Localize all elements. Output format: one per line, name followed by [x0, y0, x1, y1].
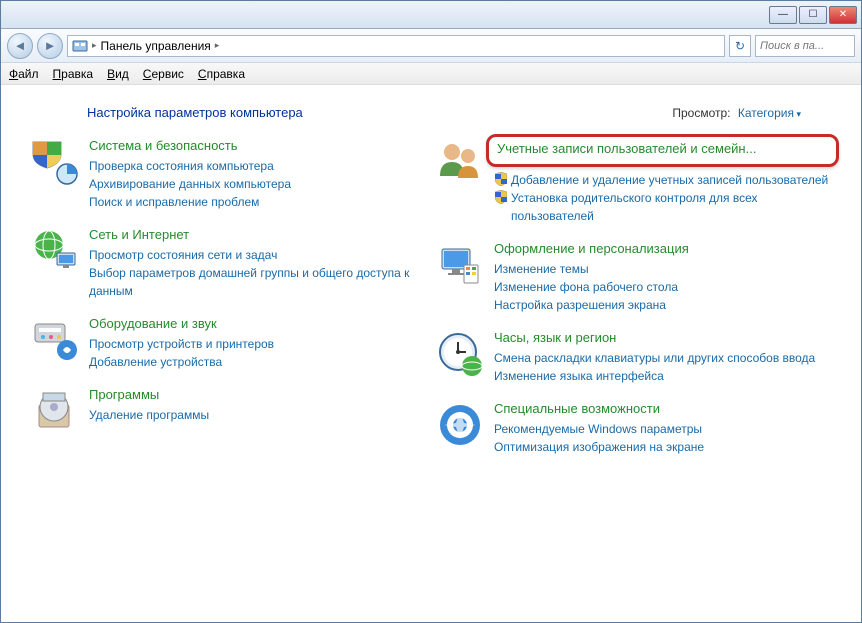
- right-column: Учетные записи пользователей и семейн...…: [436, 138, 831, 456]
- heading-row: Настройка параметров компьютера Просмотр…: [31, 105, 831, 120]
- navigation-bar: ◄ ► ▸ Панель управления ▸ ↻: [1, 29, 861, 63]
- category-link[interactable]: Архивирование данных компьютера: [89, 175, 426, 193]
- shield-icon: [494, 172, 508, 186]
- titlebar: — ☐ ✕: [1, 1, 861, 29]
- control-panel-window: — ☐ ✕ ◄ ► ▸ Панель управления ▸ ↻ Файл П…: [0, 0, 862, 623]
- view-label: Просмотр:: [672, 106, 730, 120]
- category-title[interactable]: Оборудование и звук: [89, 316, 426, 333]
- category-link[interactable]: Поиск и исправление проблем: [89, 193, 426, 211]
- minimize-button[interactable]: —: [769, 6, 797, 24]
- category-link[interactable]: Изменение темы: [494, 260, 831, 278]
- page-title: Настройка параметров компьютера: [87, 105, 303, 120]
- category-link[interactable]: Проверка состояния компьютера: [89, 157, 426, 175]
- category-link[interactable]: Настройка разрешения экрана: [494, 296, 831, 314]
- category-link[interactable]: Рекомендуемые Windows параметры: [494, 420, 831, 438]
- programs-icon: [31, 387, 79, 435]
- menu-file[interactable]: Файл: [9, 67, 39, 81]
- search-box[interactable]: [755, 35, 855, 57]
- category-grid: Система и безопасность Проверка состояни…: [31, 138, 831, 456]
- category-link[interactable]: Изменение языка интерфейса: [494, 367, 831, 385]
- category-title[interactable]: Сеть и Интернет: [89, 227, 426, 244]
- left-column: Система и безопасность Проверка состояни…: [31, 138, 426, 456]
- category-link[interactable]: Установка родительского контроля для все…: [494, 189, 831, 225]
- view-dropdown[interactable]: Категория: [738, 106, 801, 120]
- category-title[interactable]: Система и безопасность: [89, 138, 426, 155]
- category-link[interactable]: Просмотр состояния сети и задач: [89, 246, 426, 264]
- category-appearance: Оформление и персонализация Изменение те…: [436, 241, 831, 314]
- view-control: Просмотр: Категория: [672, 106, 801, 120]
- category-title[interactable]: Учетные записи пользователей и семейн...: [497, 141, 828, 158]
- breadcrumb-sep-icon: ▸: [92, 40, 97, 51]
- clock-icon: [436, 330, 484, 378]
- hardware-icon: [31, 316, 79, 364]
- control-panel-icon: [72, 38, 88, 54]
- breadcrumb-root[interactable]: Панель управления: [101, 39, 211, 53]
- menu-bar: Файл Правка Вид Сервис Справка: [1, 63, 861, 85]
- breadcrumb-sep-icon[interactable]: ▸: [215, 40, 220, 51]
- highlighted-category: Учетные записи пользователей и семейн...: [486, 134, 839, 167]
- system-security-icon: [31, 138, 79, 186]
- category-users: Учетные записи пользователей и семейн...…: [436, 138, 831, 225]
- menu-help[interactable]: Справка: [198, 67, 245, 81]
- close-button[interactable]: ✕: [829, 6, 857, 24]
- category-system: Система и безопасность Проверка состояни…: [31, 138, 426, 211]
- category-network: Сеть и Интернет Просмотр состояния сети …: [31, 227, 426, 300]
- menu-tools[interactable]: Сервис: [143, 67, 184, 81]
- content-area: Настройка параметров компьютера Просмотр…: [1, 85, 861, 622]
- users-icon: [436, 138, 484, 186]
- category-access: Специальные возможности Рекомендуемые Wi…: [436, 401, 831, 456]
- category-clock: Часы, язык и регион Смена раскладки клав…: [436, 330, 831, 385]
- forward-button[interactable]: ►: [37, 33, 63, 59]
- category-link[interactable]: Выбор параметров домашней группы и общег…: [89, 264, 426, 300]
- back-button[interactable]: ◄: [7, 33, 33, 59]
- accessibility-icon: [436, 401, 484, 449]
- category-link[interactable]: Смена раскладки клавиатуры или других сп…: [494, 349, 831, 367]
- network-icon: [31, 227, 79, 275]
- category-title[interactable]: Оформление и персонализация: [494, 241, 831, 258]
- category-programs: Программы Удаление программы: [31, 387, 426, 435]
- category-link[interactable]: Изменение фона рабочего стола: [494, 278, 831, 296]
- category-title[interactable]: Программы: [89, 387, 426, 404]
- category-link[interactable]: Добавление устройства: [89, 353, 426, 371]
- category-link[interactable]: Просмотр устройств и принтеров: [89, 335, 426, 353]
- category-title[interactable]: Специальные возможности: [494, 401, 831, 418]
- refresh-button[interactable]: ↻: [729, 35, 751, 57]
- appearance-icon: [436, 241, 484, 289]
- search-input[interactable]: [760, 40, 850, 52]
- category-link[interactable]: Удаление программы: [89, 406, 426, 424]
- category-link[interactable]: Добавление и удаление учетных записей по…: [494, 171, 831, 189]
- window-controls: — ☐ ✕: [769, 6, 857, 24]
- category-hardware: Оборудование и звук Просмотр устройств и…: [31, 316, 426, 371]
- menu-edit[interactable]: Правка: [53, 67, 94, 81]
- shield-icon: [494, 190, 508, 204]
- breadcrumb[interactable]: ▸ Панель управления ▸: [67, 35, 725, 57]
- menu-view[interactable]: Вид: [107, 67, 129, 81]
- maximize-button[interactable]: ☐: [799, 6, 827, 24]
- category-link[interactable]: Оптимизация изображения на экране: [494, 438, 831, 456]
- category-title[interactable]: Часы, язык и регион: [494, 330, 831, 347]
